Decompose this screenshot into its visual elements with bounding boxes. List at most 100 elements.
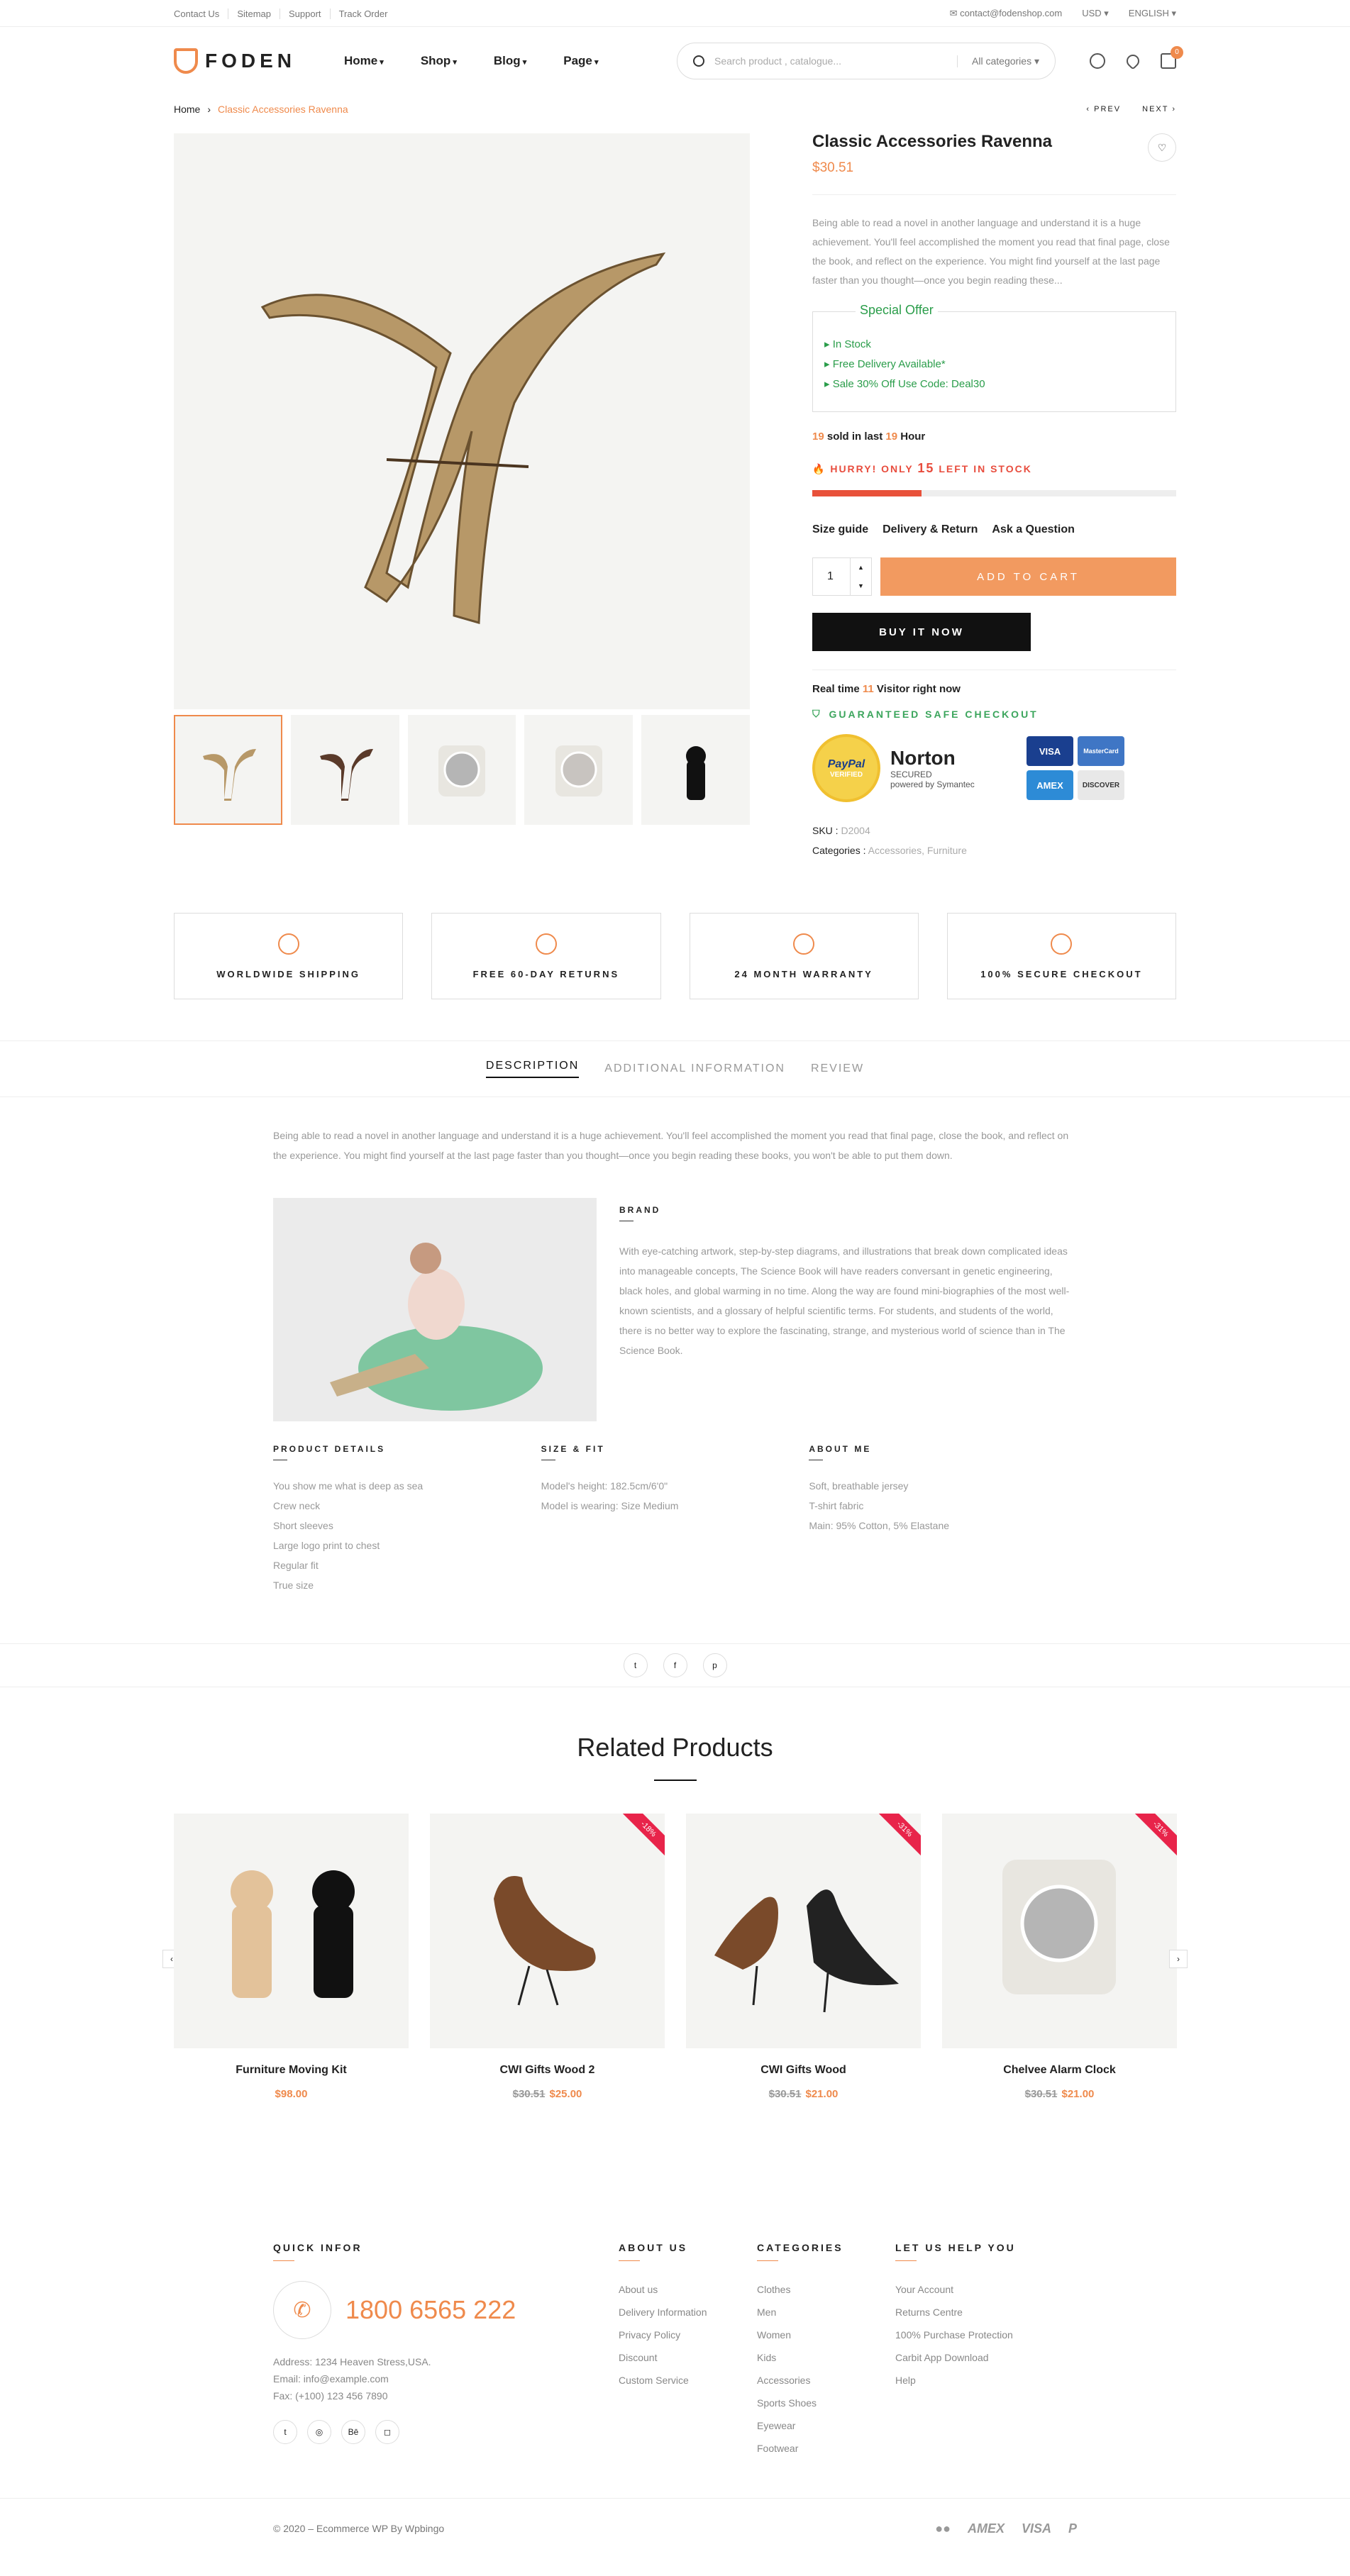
list-item: Main: 95% Cotton, 5% Elastane [809, 1520, 950, 1531]
nav-page[interactable]: Page [563, 54, 598, 68]
product-name[interactable]: Furniture Moving Kit [174, 2064, 409, 2077]
wishlist-icon[interactable] [1124, 52, 1142, 70]
thumbnail[interactable] [407, 715, 516, 825]
prev-product-link[interactable]: ‹ PREV [1086, 105, 1121, 113]
search-icon[interactable] [693, 55, 704, 67]
email-link[interactable]: ✉ contact@fodenshop.com [950, 8, 1063, 19]
thumbnail[interactable] [524, 715, 633, 825]
facebook-icon[interactable]: f [663, 1653, 687, 1677]
product-image[interactable]: -31% [686, 1814, 921, 2048]
currency-select[interactable]: USD ▾ [1082, 8, 1109, 19]
product-current-price: $25.00 [549, 2088, 582, 2100]
twitter-icon[interactable]: t [273, 2420, 297, 2444]
footer-link[interactable]: Footwear [757, 2437, 895, 2460]
footer-link[interactable]: Eyewear [757, 2414, 895, 2437]
footer-link[interactable]: Accessories [757, 2369, 895, 2392]
top-link-contact[interactable]: Contact Us [174, 8, 229, 19]
trust-badges: PayPal VERIFIED Norton SECURED powered by S… [812, 734, 1176, 802]
realtime-suffix: Visitor right now [876, 683, 961, 695]
wishlist-button[interactable]: ♡ [1148, 133, 1176, 162]
norton-secured-text: SECURED [890, 770, 932, 779]
list-item: True size [273, 1580, 314, 1591]
product-name[interactable]: CWI Gifts Wood 2 [430, 2064, 665, 2077]
footer-link[interactable]: Privacy Policy [619, 2324, 757, 2346]
product-image[interactable]: -18% [430, 1814, 665, 2048]
product-image[interactable] [174, 1814, 409, 2048]
product-name[interactable]: CWI Gifts Wood [686, 2064, 921, 2077]
thumbnail[interactable] [174, 715, 282, 825]
footer-link[interactable]: Sports Shoes [757, 2392, 895, 2414]
nav-blog[interactable]: Blog [494, 54, 526, 68]
tab-review[interactable]: REVIEW [811, 1062, 864, 1075]
next-product-link[interactable]: NEXT › [1142, 105, 1176, 113]
buy-now-button[interactable]: BUY IT NOW [812, 613, 1031, 651]
footer-link[interactable]: Help [895, 2369, 1016, 2392]
fire-icon: 🔥 [812, 463, 826, 474]
footer-link[interactable]: Custom Service [619, 2369, 757, 2392]
offer-item: Free Delivery Available* [824, 355, 1164, 374]
product-card[interactable]: -31% Chelvee Alarm Clock $30.51 $21.00 [942, 1814, 1177, 2100]
norton-secured-badge: Norton SECURED powered by Symantec [890, 734, 1017, 802]
logo[interactable]: FODEN [174, 48, 344, 74]
product-image[interactable]: -31% [942, 1814, 1177, 2048]
paypal-logo: P [1068, 2521, 1077, 2536]
cart-icon[interactable]: 0 [1161, 46, 1183, 69]
footer-link[interactable]: Women [757, 2324, 895, 2346]
decrease-qty-icon[interactable]: ▼ [858, 582, 864, 589]
instagram-icon[interactable]: ◻ [375, 2420, 399, 2444]
product-current-price: $21.00 [805, 2088, 839, 2100]
phone-number[interactable]: 1800 6565 222 [345, 2295, 516, 2325]
thumbnail[interactable] [290, 715, 399, 825]
increase-qty-icon[interactable]: ▲ [858, 564, 864, 571]
size-guide-link[interactable]: Size guide [812, 523, 868, 536]
quantity-stepper[interactable]: 1 ▲ ▼ [812, 557, 872, 596]
pinterest-icon[interactable]: p [702, 1653, 727, 1677]
language-select[interactable]: ENGLISH ▾ [1129, 8, 1176, 19]
product-card[interactable]: -31% CWI Gifts Wood $30.51 $21.00 [686, 1814, 921, 2100]
nav-home[interactable]: Home [344, 54, 384, 68]
shield-check-icon: ⛉ [812, 708, 822, 719]
dribbble-icon[interactable]: ◎ [307, 2420, 331, 2444]
list-item: Regular fit [273, 1560, 319, 1571]
main-product-image[interactable] [174, 133, 750, 709]
footer-link[interactable]: Delivery Information [619, 2301, 757, 2324]
category-select[interactable]: All categories ▾ [957, 55, 1039, 67]
tab-description[interactable]: DESCRIPTION [485, 1060, 580, 1078]
top-link-track[interactable]: Track Order [331, 9, 397, 19]
add-to-cart-button[interactable]: ADD TO CART [880, 557, 1176, 596]
footer-link[interactable]: Men [757, 2301, 895, 2324]
nav-shop[interactable]: Shop [421, 54, 457, 68]
account-icon[interactable] [1090, 53, 1105, 69]
thumbnail[interactable] [641, 715, 750, 825]
product-name[interactable]: Chelvee Alarm Clock [942, 2064, 1177, 2077]
twitter-icon[interactable]: t [623, 1653, 648, 1677]
footer-email[interactable]: Email: info@example.com [273, 2370, 619, 2387]
footer-link[interactable]: 100% Purchase Protection [895, 2324, 1016, 2346]
clock-front-thumb-image [555, 745, 602, 796]
footer-link[interactable]: Discount [619, 2346, 757, 2369]
ask-question-link[interactable]: Ask a Question [992, 523, 1074, 536]
footer-link[interactable]: Carbit App Download [895, 2346, 1016, 2369]
footer-link[interactable]: Returns Centre [895, 2301, 1016, 2324]
footer-link[interactable]: Kids [757, 2346, 895, 2369]
tab-additional-information[interactable]: ADDITIONAL INFORMATION [604, 1062, 785, 1075]
visa-logo: VISA [1021, 2521, 1051, 2536]
top-link-sitemap[interactable]: Sitemap [228, 8, 281, 19]
special-offer-box: Special Offer In Stock Free Delivery Ava… [812, 303, 1176, 412]
product-card[interactable]: -18% CWI Gifts Wood 2 $30.51 $25.00 [430, 1814, 665, 2100]
prev-label: PREV [1094, 105, 1122, 113]
about-me-column: ABOUT ME Soft, breathable jersey T-shirt… [809, 1444, 1077, 1595]
footer-link[interactable]: Clothes [757, 2278, 895, 2301]
behance-icon[interactable]: Bē [341, 2420, 365, 2444]
logo-icon [174, 48, 198, 74]
search-input[interactable]: Search product , catalogue... [714, 55, 947, 67]
footer-link[interactable]: Your Account [895, 2278, 1016, 2301]
breadcrumb-home[interactable]: Home [174, 104, 200, 115]
footer-link[interactable]: About us [619, 2278, 757, 2301]
feature-boxes: WORLDWIDE SHIPPING FREE 60-DAY RETURNS 2… [174, 913, 1176, 999]
delivery-return-link[interactable]: Delivery & Return [883, 523, 978, 536]
product-card[interactable]: Furniture Moving Kit $98.00 [174, 1814, 409, 2100]
categories-value[interactable]: Accessories, Furniture [868, 845, 967, 856]
top-link-support[interactable]: Support [280, 8, 331, 19]
carousel-next-icon[interactable]: › [1169, 1950, 1188, 1968]
